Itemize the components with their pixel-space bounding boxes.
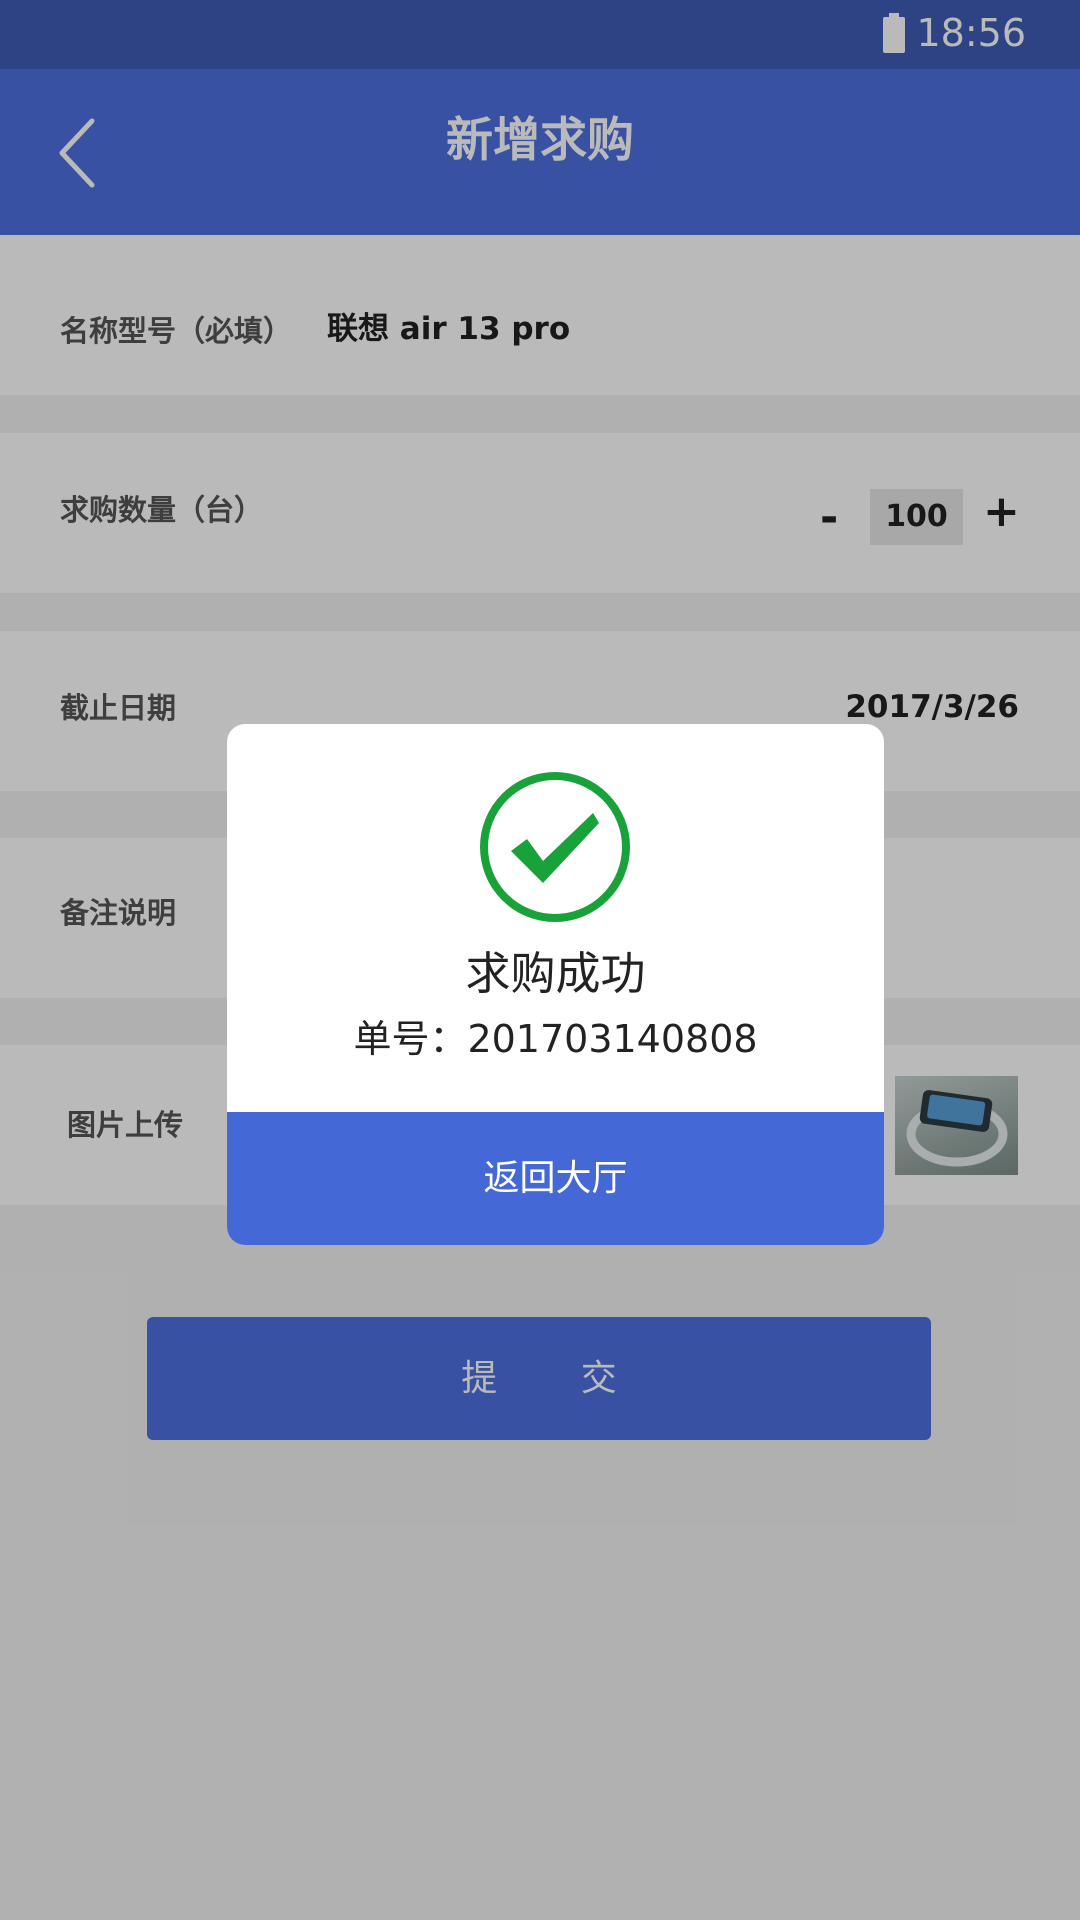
check-circle-icon (480, 772, 630, 922)
success-dialog: 求购成功 单号：201703140808 返回大厅 (227, 724, 884, 1245)
order-number: 单号：201703140808 (353, 1017, 758, 1061)
return-hall-button[interactable]: 返回大厅 (227, 1112, 884, 1245)
dialog-title: 求购成功 (465, 947, 646, 1000)
